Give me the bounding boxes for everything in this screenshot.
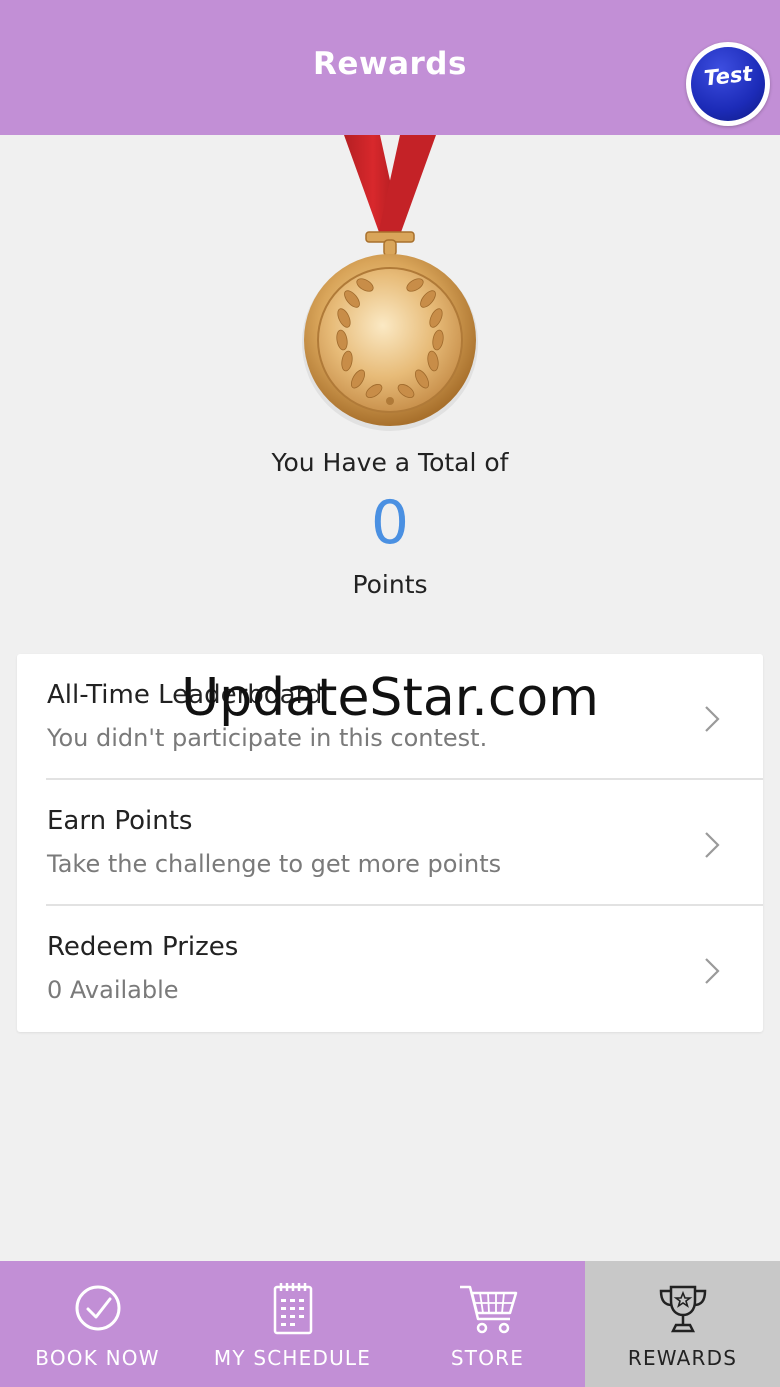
avatar[interactable]: Test: [686, 42, 770, 126]
list-item-redeem-prizes[interactable]: Redeem Prizes 0 Available: [17, 906, 763, 1032]
points-label: Points: [352, 570, 428, 599]
rewards-menu-card: All-Time Leaderboard You didn't particip…: [17, 654, 763, 1032]
list-item-title: Redeem Prizes: [47, 932, 239, 962]
total-label: You Have a Total of: [271, 448, 509, 477]
nav-label: REWARDS: [627, 1346, 738, 1370]
list-item-title: Earn Points: [47, 806, 193, 836]
calendar-icon: [273, 1283, 312, 1335]
chevron-right-icon: [705, 832, 720, 858]
medal-icon: [290, 135, 490, 435]
chevron-right-icon: [705, 958, 720, 984]
trophy-icon: [659, 1285, 706, 1333]
list-item-leaderboard[interactable]: All-Time Leaderboard You didn't particip…: [17, 654, 763, 780]
chevron-right-icon: [705, 706, 720, 732]
list-item-earn-points[interactable]: Earn Points Take the challenge to get mo…: [17, 780, 763, 906]
nav-store[interactable]: STORE: [390, 1261, 585, 1387]
check-circle-icon: [75, 1285, 120, 1331]
nav-label: BOOK NOW: [35, 1346, 160, 1370]
bottom-nav: BOOK NOW MY SCHEDULE STORE REWARDS: [0, 1261, 780, 1387]
list-item-subtitle: You didn't participate in this contest.: [47, 724, 488, 752]
nav-label: STORE: [450, 1346, 525, 1370]
page-title: Rewards: [313, 45, 467, 82]
nav-book-now[interactable]: BOOK NOW: [0, 1261, 195, 1387]
avatar-label: Test: [702, 61, 754, 91]
nav-rewards[interactable]: REWARDS: [585, 1261, 780, 1387]
nav-label: MY SCHEDULE: [213, 1346, 372, 1370]
points-value: 0: [370, 488, 410, 558]
list-item-title: All-Time Leaderboard: [47, 680, 323, 710]
cart-icon: [459, 1285, 517, 1334]
list-item-subtitle: 0 Available: [47, 976, 179, 1004]
avatar-image: Test: [691, 47, 765, 121]
list-item-subtitle: Take the challenge to get more points: [47, 850, 502, 878]
header-bar: Rewards Test: [0, 0, 780, 135]
nav-my-schedule[interactable]: MY SCHEDULE: [195, 1261, 390, 1387]
